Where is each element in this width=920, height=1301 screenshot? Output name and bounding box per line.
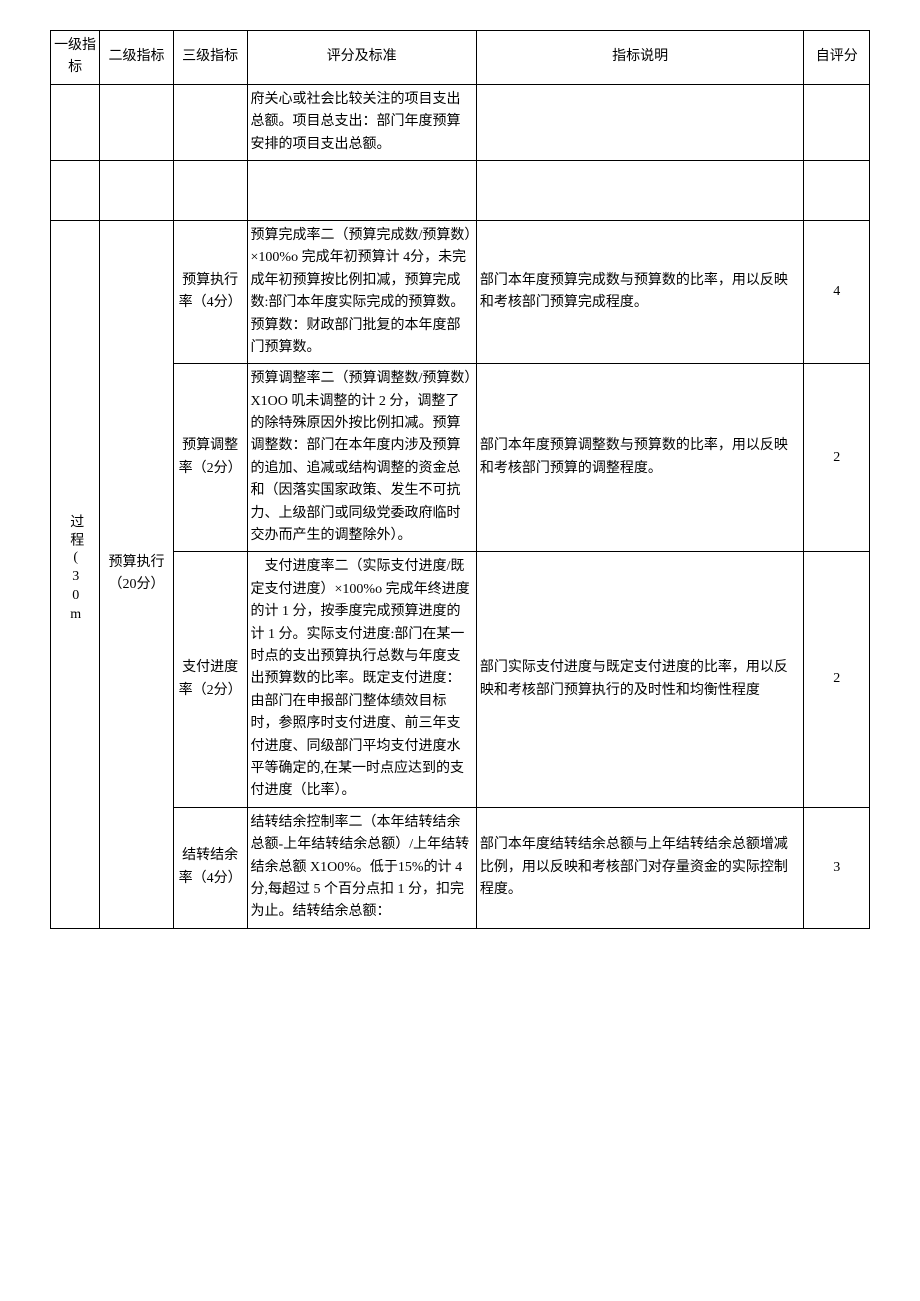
carryover-c3 (173, 84, 247, 160)
row0-score: 4 (804, 220, 870, 363)
level1-label: 过程(30m (64, 514, 86, 626)
header-col6: 自评分 (804, 31, 870, 85)
carryover-c1 (51, 84, 100, 160)
row-3: 结转结余率（4分） 结转结余控制率二（本年结转结余总额-上年结转结余总额）/上年… (51, 807, 870, 928)
header-col3: 三级指标 (173, 31, 247, 85)
carryover-score (804, 84, 870, 160)
row2-criteria: 支付进度率二（实际支付进度/既定支付进度）×100%o 完成年终进度的计 1 分… (247, 552, 476, 807)
carryover-criteria: 府关心或社会比较关注的项目支出总额。项目总支出：部门年度预算安排的项目支出总额。 (247, 84, 476, 160)
level2-cell: 预算执行（20分） (100, 220, 174, 928)
row-1: 预算调整率（2分） 预算调整率二（预算调整数/预算数）X1OO 叽未调整的计 2… (51, 364, 870, 552)
header-col5: 指标说明 (476, 31, 804, 85)
evaluation-table: 一级指标 二级指标 三级指标 评分及标准 指标说明 自评分 府关心或社会比较关注… (50, 30, 870, 929)
row1-level3: 预算调整率（2分） (173, 364, 247, 552)
row1-score: 2 (804, 364, 870, 552)
row1-desc: 部门本年度预算调整数与预算数的比率，用以反映和考核部门预算的调整程度。 (476, 364, 804, 552)
row0-desc: 部门本年度预算完成数与预算数的比率，用以反映和考核部门预算完成程度。 (476, 220, 804, 363)
row3-score: 3 (804, 807, 870, 928)
level1-cell: 过程(30m (51, 220, 100, 928)
header-col2: 二级指标 (100, 31, 174, 85)
row3-level3: 结转结余率（4分） (173, 807, 247, 928)
header-col1: 一级指标 (51, 31, 100, 85)
row-2: 支付进度率（2分） 支付进度率二（实际支付进度/既定支付进度）×100%o 完成… (51, 552, 870, 807)
carryover-desc (476, 84, 804, 160)
row2-desc: 部门实际支付进度与既定支付进度的比率，用以反映和考核部门预算执行的及时性和均衡性… (476, 552, 804, 807)
header-row: 一级指标 二级指标 三级指标 评分及标准 指标说明 自评分 (51, 31, 870, 85)
row2-level3: 支付进度率（2分） (173, 552, 247, 807)
row1-criteria: 预算调整率二（预算调整数/预算数）X1OO 叽未调整的计 2 分，调整了的除特殊… (247, 364, 476, 552)
row-0: 过程(30m 预算执行（20分） 预算执行率（4分） 预算完成率二（预算完成数/… (51, 220, 870, 363)
carryover-row: 府关心或社会比较关注的项目支出总额。项目总支出：部门年度预算安排的项目支出总额。 (51, 84, 870, 160)
carryover-c2 (100, 84, 174, 160)
row3-criteria: 结转结余控制率二（本年结转结余总额-上年结转结余总额）/上年结转结余总额 X1O… (247, 807, 476, 928)
spacer-row (51, 160, 870, 220)
row3-desc: 部门本年度结转结余总额与上年结转结余总额增减比例，用以反映和考核部门对存量资金的… (476, 807, 804, 928)
row0-criteria: 预算完成率二（预算完成数/预算数）×100%o 完成年初预算计 4分，未完成年初… (247, 220, 476, 363)
row2-score: 2 (804, 552, 870, 807)
row0-level3: 预算执行率（4分） (173, 220, 247, 363)
header-col4: 评分及标准 (247, 31, 476, 85)
